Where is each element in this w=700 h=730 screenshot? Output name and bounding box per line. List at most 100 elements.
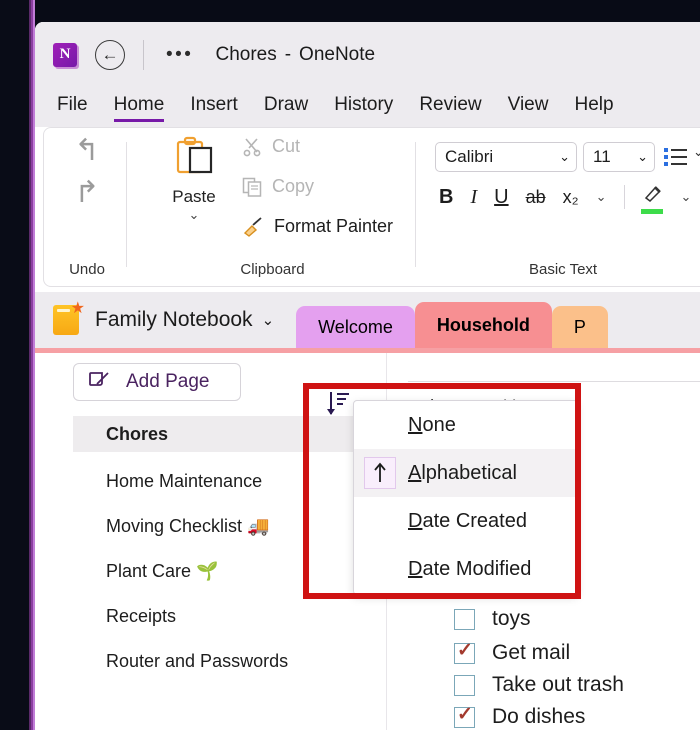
tab-draw[interactable]: Draw bbox=[264, 94, 308, 121]
menu-item-label: Date Created bbox=[408, 510, 527, 533]
tab-history[interactable]: History bbox=[334, 94, 393, 121]
highlight-color-swatch bbox=[640, 209, 663, 214]
subscript-dropdown[interactable]: ⌄ bbox=[596, 189, 607, 205]
redo-button[interactable]: ↱ bbox=[70, 176, 104, 210]
font-name-select[interactable]: Calibri ⌄ bbox=[435, 142, 577, 172]
copy-icon bbox=[242, 177, 262, 197]
font-size-value: 11 bbox=[593, 147, 611, 166]
add-page-label: Add Page bbox=[126, 371, 210, 392]
menu-item-accel: D bbox=[408, 509, 423, 532]
notebook-bar: ★ Family Notebook ⌄ Welcome Household P bbox=[35, 292, 700, 348]
paste-button[interactable]: Paste ⌄ bbox=[156, 136, 232, 223]
cut-button[interactable]: Cut bbox=[242, 136, 300, 157]
page-item-receipts[interactable]: Receipts bbox=[73, 598, 387, 634]
chevron-down-icon: ⌄ bbox=[559, 149, 570, 164]
tab-review[interactable]: Review bbox=[419, 94, 481, 121]
desktop-background bbox=[0, 0, 29, 730]
notebook-name: Family Notebook bbox=[95, 308, 253, 331]
sort-descending-icon bbox=[327, 392, 349, 415]
group-label-clipboard: Clipboard bbox=[240, 261, 305, 278]
group-divider bbox=[415, 142, 416, 267]
cut-label: Cut bbox=[272, 136, 301, 156]
paste-label: Paste bbox=[172, 187, 216, 206]
format-painter-button[interactable]: Format Painter bbox=[242, 216, 393, 237]
paste-dropdown-caret[interactable]: ⌄ bbox=[156, 207, 232, 223]
font-size-select[interactable]: 11 ⌄ bbox=[583, 142, 655, 172]
ribbon-group-clipboard: Paste ⌄ Cut Copy Format Painter Clipboar… bbox=[130, 128, 415, 286]
menu-item-icon-placeholder bbox=[364, 409, 396, 441]
todo-label: Get mail bbox=[492, 641, 571, 664]
chevron-down-icon: ⌄ bbox=[637, 149, 648, 164]
todo-checkbox[interactable] bbox=[454, 639, 475, 664]
section-tab-welcome[interactable]: Welcome bbox=[296, 306, 415, 348]
group-label-undo: Undo bbox=[69, 261, 105, 278]
undo-button[interactable]: ↰ bbox=[70, 134, 104, 168]
text-format-row: B I U ab x₂ ⌄ ⌄ bbox=[439, 184, 692, 214]
menu-item-label: Alphabetical bbox=[408, 462, 517, 485]
section-tab-third[interactable]: P bbox=[551, 306, 608, 348]
ribbon-group-basic-text: Calibri ⌄ 11 ⌄ ⌄ 1 bbox=[419, 128, 700, 286]
todo-item: Do dishes bbox=[454, 703, 586, 729]
document-name: Chores bbox=[215, 43, 277, 65]
title-bar: N ← ••• Chores - OneNote bbox=[35, 22, 700, 87]
back-button[interactable]: ← bbox=[95, 39, 125, 70]
bullet-list-dropdown[interactable]: ⌄ bbox=[693, 144, 700, 160]
ribbon-group-undo: ↰ ↱ Undo bbox=[48, 128, 126, 286]
notebook-selector[interactable]: ★ Family Notebook ⌄ bbox=[35, 292, 274, 348]
menu-item-none[interactable]: None bbox=[354, 401, 577, 449]
menu-item-alphabetical[interactable]: Alphabetical bbox=[354, 449, 577, 497]
todo-label: Do dishes bbox=[492, 705, 586, 728]
copy-button[interactable]: Copy bbox=[242, 176, 314, 197]
overflow-menu-button[interactable]: ••• bbox=[166, 45, 193, 64]
strikethrough-button[interactable]: ab bbox=[526, 187, 546, 208]
bold-button[interactable]: B bbox=[439, 186, 453, 209]
tab-help[interactable]: Help bbox=[574, 94, 613, 121]
page-item-plant-care[interactable]: Plant Care 🌱 bbox=[73, 553, 387, 589]
underline-button[interactable]: U bbox=[494, 186, 508, 209]
menu-item-rest: ate Modified bbox=[422, 557, 532, 580]
bullet-list-button[interactable] bbox=[663, 144, 689, 175]
app-name: OneNote bbox=[299, 43, 376, 65]
page-item-router-and-passwords[interactable]: Router and Passwords bbox=[73, 643, 387, 679]
onenote-icon-letter: N bbox=[59, 46, 71, 62]
sort-button[interactable] bbox=[325, 390, 351, 416]
copy-label: Copy bbox=[272, 176, 315, 196]
tab-home[interactable]: Home bbox=[113, 94, 164, 122]
notebook-icon: ★ bbox=[53, 301, 85, 335]
menu-item-date-created[interactable]: Date Created bbox=[354, 497, 577, 545]
section-tab-household[interactable]: Household bbox=[414, 302, 552, 348]
italic-button[interactable]: I bbox=[470, 186, 477, 209]
menu-item-rest: one bbox=[422, 413, 456, 436]
todo-checkbox[interactable] bbox=[454, 703, 475, 728]
todo-checkbox[interactable] bbox=[454, 608, 475, 630]
menu-item-label: None bbox=[408, 414, 456, 437]
tab-insert[interactable]: Insert bbox=[190, 94, 238, 121]
menu-item-label: Date Modified bbox=[408, 558, 531, 581]
highlight-button[interactable] bbox=[640, 184, 664, 214]
section-tab-strip: Welcome Household P bbox=[296, 302, 608, 348]
highlight-dropdown[interactable]: ⌄ bbox=[681, 189, 692, 205]
arrow-up-icon bbox=[364, 457, 396, 489]
subscript-button[interactable]: x₂ bbox=[563, 187, 579, 208]
tab-file[interactable]: File bbox=[57, 94, 88, 121]
format-painter-label: Format Painter bbox=[274, 216, 394, 236]
add-page-button[interactable]: Add Page bbox=[73, 363, 241, 401]
todo-checkbox[interactable] bbox=[454, 674, 475, 696]
todo-label: toys bbox=[492, 607, 531, 630]
page-item-home-maintenance[interactable]: Home Maintenance bbox=[73, 463, 387, 499]
title-dash: - bbox=[284, 43, 292, 65]
titlebar-divider bbox=[143, 39, 144, 70]
screen: N ← ••• Chores - OneNote File Home Insert … bbox=[0, 0, 700, 730]
menu-item-rest: lphabetical bbox=[421, 461, 517, 484]
tab-view[interactable]: View bbox=[508, 94, 549, 121]
onenote-window: N ← ••• Chores - OneNote File Home Insert … bbox=[35, 22, 700, 730]
todo-item: toys bbox=[454, 607, 531, 631]
menu-item-accel: D bbox=[408, 557, 423, 580]
page-item-moving-checklist[interactable]: Moving Checklist 🚚 bbox=[73, 508, 387, 544]
todo-item: Take out trash bbox=[454, 673, 624, 697]
onenote-icon: N bbox=[53, 42, 77, 67]
ribbon-tab-strip: File Home Insert Draw History Review Vie… bbox=[35, 87, 700, 127]
page-item-chores[interactable]: Chores bbox=[73, 416, 387, 452]
menu-item-date-modified[interactable]: Date Modified bbox=[354, 545, 577, 593]
todo-item: Get mail bbox=[454, 639, 571, 665]
